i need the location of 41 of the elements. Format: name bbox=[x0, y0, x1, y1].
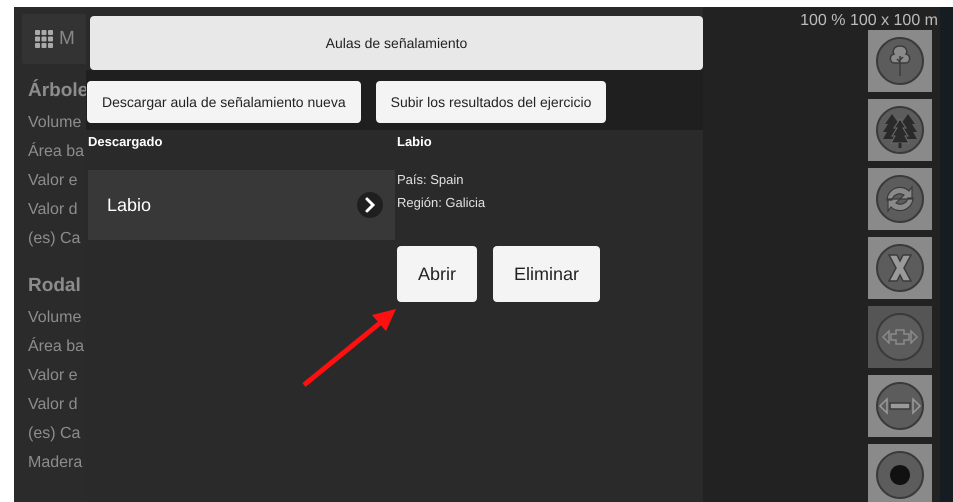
section-line: Valor e bbox=[28, 171, 79, 191]
list-item[interactable]: Labio bbox=[88, 170, 395, 240]
close-icon bbox=[875, 243, 925, 293]
list-heading: Descargado bbox=[88, 133, 164, 151]
section-line: Área ba bbox=[28, 141, 86, 162]
refresh-icon bbox=[875, 174, 925, 224]
action-button[interactable]: Descargar aula de señalamiento nueva bbox=[87, 81, 361, 123]
expand-icon bbox=[875, 312, 925, 362]
section-line: Área ba bbox=[28, 336, 86, 357]
section-title: Árbole bbox=[28, 80, 86, 102]
grid-icon bbox=[35, 30, 53, 48]
refresh-tool-button[interactable] bbox=[868, 168, 932, 230]
forest-icon bbox=[875, 105, 925, 155]
section-line: (es) Ca bbox=[28, 229, 82, 249]
section-title: Rodal bbox=[28, 275, 82, 297]
app-header[interactable]: M bbox=[22, 14, 86, 64]
scale-label: 100 % 100 x 100 m bbox=[800, 11, 939, 30]
section-line: Valor d bbox=[28, 395, 79, 415]
tree-tool-button[interactable] bbox=[868, 30, 932, 92]
section-line: Madera bbox=[28, 453, 84, 473]
detail-button[interactable]: Eliminar bbox=[493, 246, 600, 302]
shrink-tool-button[interactable] bbox=[868, 375, 932, 437]
section-line: Valor e bbox=[28, 366, 79, 386]
shrink-icon bbox=[875, 381, 925, 431]
detail-line: Región: Galicia bbox=[397, 195, 486, 212]
forest-tool-button[interactable] bbox=[868, 99, 932, 161]
detail-title: Labio bbox=[397, 133, 433, 151]
action-button[interactable]: Subir los resultados del ejercicio bbox=[376, 81, 606, 123]
close-tool-button[interactable] bbox=[868, 237, 932, 299]
app-title: M bbox=[59, 28, 75, 50]
tree-icon bbox=[875, 36, 925, 86]
detail-button[interactable]: Abrir bbox=[397, 246, 478, 302]
detail-line: País: Spain bbox=[397, 172, 464, 189]
section-line: Volume bbox=[28, 308, 82, 328]
partial-tool-button[interactable] bbox=[868, 444, 932, 502]
section-line: Volume bbox=[28, 113, 82, 133]
dialog-title: Aulas de señalamiento bbox=[90, 16, 703, 70]
section-line: Valor d bbox=[28, 200, 79, 220]
chevron-icon bbox=[357, 192, 383, 218]
circle-icon bbox=[875, 450, 925, 500]
section-line: (es) Ca bbox=[28, 424, 82, 444]
